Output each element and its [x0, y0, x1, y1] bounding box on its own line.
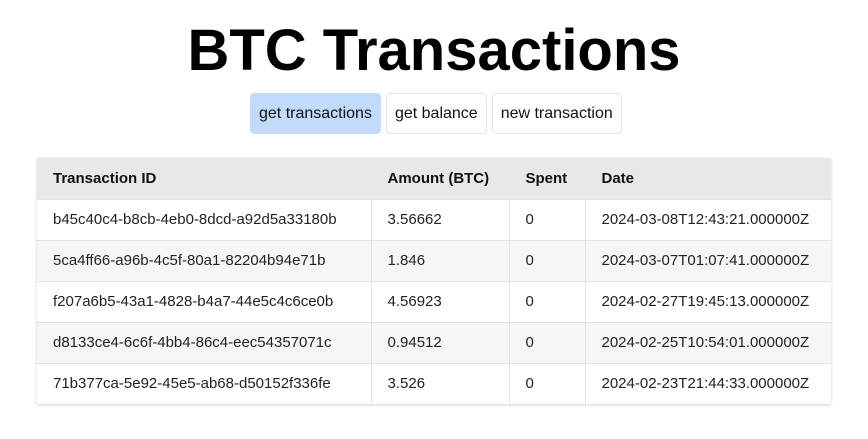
- header-transaction-id: Transaction ID: [37, 158, 372, 199]
- cell-transaction-id: 71b377ca-5e92-45e5-ab68-d50152f336fe: [37, 362, 372, 404]
- transactions-table: Transaction ID Amount (BTC) Spent Date b…: [37, 158, 831, 404]
- table-row: b45c40c4-b8cb-4eb0-8dcd-a92d5a33180b 3.5…: [37, 198, 831, 240]
- cell-transaction-id: 5ca4ff66-a96b-4c5f-80a1-82204b94e71b: [37, 239, 372, 281]
- cell-spent: 0: [509, 239, 586, 281]
- cell-date: 2024-03-08T12:43:21.000000Z: [585, 198, 831, 240]
- cell-spent: 0: [509, 362, 586, 404]
- get-transactions-button[interactable]: get transactions: [250, 93, 381, 134]
- cell-transaction-id: d8133ce4-6c6f-4bb4-86c4-eec54357071c: [37, 321, 372, 363]
- page-title: BTC Transactions: [187, 18, 681, 83]
- cell-date: 2024-02-25T10:54:01.000000Z: [585, 321, 831, 363]
- cell-amount: 4.56923: [371, 280, 510, 322]
- cell-date: 2024-02-27T19:45:13.000000Z: [585, 280, 831, 322]
- cell-spent: 0: [509, 321, 586, 363]
- table-header-row: Transaction ID Amount (BTC) Spent Date: [37, 158, 831, 199]
- cell-date: 2024-02-23T21:44:33.000000Z: [585, 362, 831, 404]
- cell-date: 2024-03-07T01:07:41.000000Z: [585, 239, 831, 281]
- table-row: d8133ce4-6c6f-4bb4-86c4-eec54357071c 0.9…: [37, 321, 831, 363]
- action-buttons: get transactions get balance new transac…: [250, 93, 622, 134]
- table-row: 71b377ca-5e92-45e5-ab68-d50152f336fe 3.5…: [37, 362, 831, 404]
- table-row: 5ca4ff66-a96b-4c5f-80a1-82204b94e71b 1.8…: [37, 239, 831, 281]
- cell-transaction-id: f207a6b5-43a1-4828-b4a7-44e5c4c6ce0b: [37, 280, 372, 322]
- new-transaction-button[interactable]: new transaction: [491, 93, 622, 134]
- cell-amount: 0.94512: [371, 321, 510, 363]
- table-row: f207a6b5-43a1-4828-b4a7-44e5c4c6ce0b 4.5…: [37, 280, 831, 322]
- get-balance-button[interactable]: get balance: [385, 93, 487, 134]
- cell-transaction-id: b45c40c4-b8cb-4eb0-8dcd-a92d5a33180b: [37, 198, 372, 240]
- header-spent: Spent: [509, 158, 586, 199]
- cell-amount: 3.56662: [371, 198, 510, 240]
- header-amount: Amount (BTC): [371, 158, 510, 199]
- cell-spent: 0: [509, 280, 586, 322]
- cell-amount: 1.846: [371, 239, 510, 281]
- cell-amount: 3.526: [371, 362, 510, 404]
- header-date: Date: [585, 158, 831, 199]
- transactions-table-container: Transaction ID Amount (BTC) Spent Date b…: [37, 158, 831, 404]
- cell-spent: 0: [509, 198, 586, 240]
- page: BTC Transactions get transactions get ba…: [0, 0, 868, 439]
